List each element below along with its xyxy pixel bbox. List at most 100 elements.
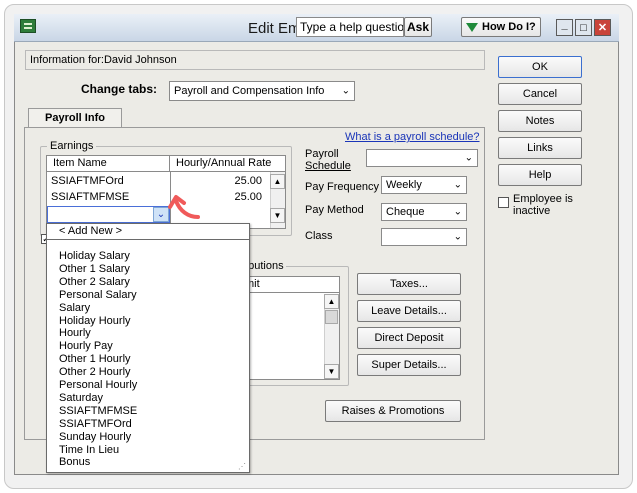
scroll-up-icon[interactable]: ▲ <box>324 294 339 309</box>
scroll-thumb[interactable] <box>325 310 338 324</box>
minimize-icon: _ <box>561 18 568 31</box>
class-select[interactable]: ⌄ <box>381 228 467 246</box>
list-item[interactable]: Other 1 Salary <box>59 263 130 275</box>
earnings-row-name: SSIAFTMFMSE <box>51 191 130 203</box>
payroll-schedule-select[interactable]: ⌄ <box>366 149 478 167</box>
help-label: Help <box>528 169 552 181</box>
table-row[interactable]: SSIAFTMFMSE 25.00 <box>47 190 270 205</box>
dropdown-items: Holiday Salary Other 1 Salary Other 2 Sala… <box>47 250 249 472</box>
earnings-row-rate: 25.00 <box>234 191 262 203</box>
close-button[interactable]: ✕ <box>594 19 611 36</box>
scroll-down-icon[interactable]: ▼ <box>270 208 285 223</box>
chevron-down-icon: ⌄ <box>464 152 473 164</box>
list-item[interactable]: Saturday <box>59 392 103 404</box>
pay-frequency-select[interactable]: Weekly ⌄ <box>381 176 467 194</box>
list-item[interactable]: Other 1 Hourly <box>59 353 131 365</box>
links-label: Links <box>527 142 553 154</box>
info-text: Information for:David Johnson <box>30 54 177 66</box>
help-search-placeholder: Type a help question <box>300 20 404 34</box>
employee-inactive-line2: inactive <box>513 205 551 217</box>
employee-inactive-line1: Employee is <box>513 193 573 205</box>
list-item[interactable]: Other 2 Hourly <box>59 366 131 378</box>
payroll-schedule-link[interactable]: What is a payroll schedule? <box>345 131 480 143</box>
how-do-i-label: How Do I? <box>482 21 536 33</box>
change-tabs-value: Payroll and Compensation Info <box>174 85 325 97</box>
pay-method-label: Pay Method <box>305 204 364 216</box>
dropdown-add-new-label: < Add New > <box>59 225 122 237</box>
notes-button[interactable]: Notes <box>498 110 582 132</box>
maximize-button[interactable]: □ <box>575 19 592 36</box>
direct-deposit-button[interactable]: Direct Deposit <box>357 327 461 349</box>
super-details-label: Super Details... <box>371 359 447 371</box>
app-icon <box>20 19 36 33</box>
tab-payroll-info[interactable]: Payroll Info <box>28 108 122 128</box>
list-item[interactable]: SSIAFTMFOrd <box>59 418 132 430</box>
list-item[interactable]: Personal Salary <box>59 289 137 301</box>
info-bar: Information for:David Johnson <box>25 50 485 70</box>
minimize-button[interactable]: _ <box>556 19 573 36</box>
leave-details-button[interactable]: Leave Details... <box>357 300 461 322</box>
pay-frequency-value: Weekly <box>386 179 422 191</box>
earnings-col-item-name-label: Item Name <box>53 157 107 169</box>
payroll-schedule-label-line2: Schedule <box>305 160 351 172</box>
dropdown-add-new[interactable]: < Add New > <box>47 224 249 240</box>
scroll-down-icon[interactable]: ▼ <box>324 364 339 379</box>
help-search-input[interactable]: Type a help question <box>296 17 404 37</box>
ask-button[interactable]: Ask <box>404 17 432 37</box>
direct-deposit-label: Direct Deposit <box>374 332 444 344</box>
earnings-row-rate: 25.00 <box>234 175 262 187</box>
list-item[interactable]: Personal Hourly <box>59 379 137 391</box>
scroll-up-icon[interactable]: ▲ <box>270 174 285 189</box>
change-tabs-label: Change tabs: <box>81 82 158 96</box>
list-item[interactable]: Holiday Salary <box>59 250 130 262</box>
notes-label: Notes <box>525 115 555 127</box>
earnings-group-label: Earnings <box>47 140 97 152</box>
ask-label: Ask <box>406 20 429 34</box>
window-title: Edit Em <box>248 20 301 37</box>
list-item[interactable]: Salary <box>59 302 90 314</box>
maximize-icon: □ <box>580 21 587 34</box>
earnings-active-row[interactable] <box>47 206 170 223</box>
ok-label: OK <box>532 61 548 73</box>
change-tabs-select[interactable]: Payroll and Compensation Info ⌄ <box>169 81 355 101</box>
list-item[interactable]: SSIAFTMFMSE <box>59 405 137 417</box>
list-item[interactable]: Hourly <box>59 327 91 339</box>
payroll-schedule-label: Payroll Schedule <box>305 148 351 172</box>
list-item[interactable]: Other 2 Salary <box>59 276 130 288</box>
how-do-i-button[interactable]: How Do I? <box>461 17 541 37</box>
chevron-down-icon: ⌄ <box>453 231 462 243</box>
how-do-i-arrow-icon <box>466 22 478 32</box>
pay-method-value: Cheque <box>386 206 425 218</box>
employee-inactive-checkbox[interactable] <box>498 197 509 208</box>
super-details-button[interactable]: Super Details... <box>357 354 461 376</box>
list-item[interactable]: Hourly Pay <box>59 340 113 352</box>
pay-method-select[interactable]: Cheque ⌄ <box>381 203 467 221</box>
taxes-button[interactable]: Taxes... <box>357 273 461 295</box>
distributions-col-limit: mit <box>241 277 339 293</box>
earnings-col-rate: Hourly/Annual Rate <box>170 156 285 172</box>
earnings-col-rate-label: Hourly/Annual Rate <box>176 157 272 169</box>
pay-frequency-label: Pay Frequency <box>305 181 379 193</box>
links-button[interactable]: Links <box>498 137 582 159</box>
taxes-label: Taxes... <box>390 278 428 290</box>
earnings-row-name: SSIAFTMFOrd <box>51 175 124 187</box>
chevron-down-icon: ⌄ <box>341 85 350 97</box>
annotation-arrow-icon <box>168 195 200 219</box>
resize-grip-icon[interactable]: ⋰ <box>238 462 248 472</box>
cancel-label: Cancel <box>522 88 558 100</box>
leave-details-label: Leave Details... <box>371 305 447 317</box>
help-button[interactable]: Help <box>498 164 582 186</box>
list-item[interactable]: Holiday Hourly <box>59 315 131 327</box>
chevron-down-icon: ⌄ <box>156 209 166 220</box>
tab-payroll-info-label: Payroll Info <box>45 112 105 124</box>
raises-promotions-button[interactable]: Raises & Promotions <box>325 400 461 422</box>
list-item[interactable]: Bonus <box>59 456 90 468</box>
table-row[interactable]: SSIAFTMFOrd 25.00 <box>47 174 270 189</box>
earnings-col-item-name: Item Name <box>47 156 170 172</box>
payroll-schedule-label-line1: Payroll <box>305 148 339 160</box>
cancel-button[interactable]: Cancel <box>498 83 582 105</box>
list-item[interactable]: Time In Lieu <box>59 444 119 456</box>
list-item[interactable]: Sunday Hourly <box>59 431 131 443</box>
raises-promotions-label: Raises & Promotions <box>341 405 445 417</box>
ok-button[interactable]: OK <box>498 56 582 78</box>
